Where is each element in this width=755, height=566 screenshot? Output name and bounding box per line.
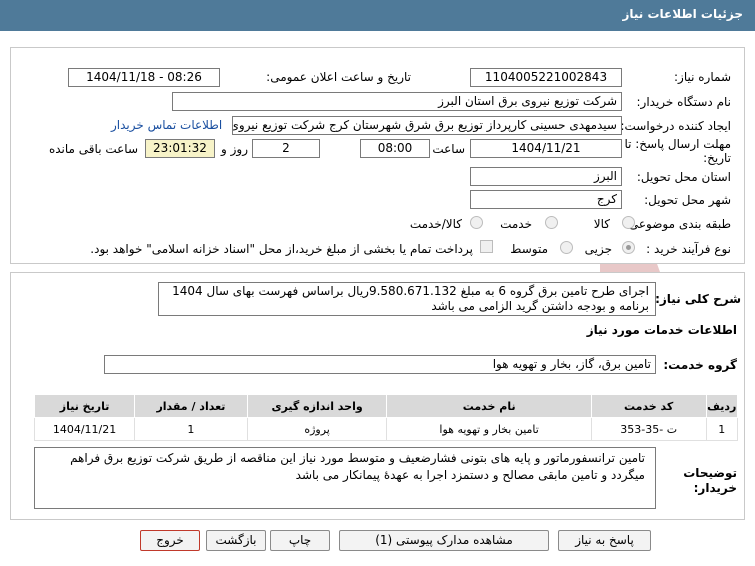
treasury-checkbox[interactable] <box>480 240 493 253</box>
cell-service-name: تامین بخار و تهویه هوا <box>386 417 592 441</box>
page-header: جزئیات اطلاعات نیاز <box>0 0 755 31</box>
cell-unit: پروژه <box>246 417 388 441</box>
table-row: 1 ت -35-353 تامین بخار و تهویه هوا پروژه… <box>33 417 738 441</box>
deadline-time-field: 08:00 <box>360 139 430 158</box>
services-title: اطلاعات خدمات مورد نیاز <box>586 323 737 337</box>
cell-quantity: 1 <box>134 417 248 441</box>
reply-button[interactable]: پاسخ به نیاز <box>558 530 651 551</box>
process-label: نوع فرآیند خرید : <box>646 242 731 256</box>
buyer-org-field: شرکت توزیع نیروی برق استان البرز <box>172 92 622 111</box>
summary-field: اجرای طرح تامین برق گروه 6 به مبلغ 9.580… <box>158 282 656 316</box>
remaining-days-field: 2 <box>252 139 320 158</box>
category-option-goods: کالا <box>593 217 610 231</box>
cell-row-number: 1 <box>705 417 738 441</box>
remaining-label: ساعت باقی مانده <box>48 142 138 156</box>
province-field: البرز <box>470 167 622 186</box>
days-label: روز و <box>221 142 248 156</box>
services-table: ردیف کد خدمت نام خدمت واحد اندازه گیری ت… <box>33 394 738 441</box>
buyer-notes-field: تامین ترانسفورماتور و پایه های بتونی فشا… <box>34 447 656 509</box>
view-documents-button[interactable]: مشاهده مدارک پیوستی (1) <box>339 530 549 551</box>
announce-field: 1404/11/18 - 08:26 <box>68 68 220 87</box>
deadline-date-field: 1404/11/21 <box>470 139 622 158</box>
category-radio-service[interactable] <box>545 216 558 229</box>
col-header-need-date: تاریخ نیاز <box>33 394 136 418</box>
col-header-service-code: کد خدمت <box>590 394 707 418</box>
category-label: طبقه بندی موضوعی: <box>624 217 731 231</box>
exit-button[interactable]: خروج <box>140 530 200 551</box>
city-label: شهر محل تحویل: <box>644 193 731 207</box>
service-group-label: گروه خدمت: <box>663 358 737 372</box>
category-radio-goods[interactable] <box>622 216 635 229</box>
announce-label: تاریخ و ساعت اعلان عمومی: <box>266 70 411 84</box>
deadline-label-date: تاریخ: <box>703 151 731 165</box>
treasury-text: پرداخت تمام یا بخشی از مبلغ خرید،از محل … <box>90 242 473 256</box>
col-header-row-number: ردیف <box>705 394 738 418</box>
need-number-label: شماره نیاز: <box>674 70 731 84</box>
process-option-minor: جزیی <box>584 242 612 256</box>
category-option-goods-service: کالا/خدمت <box>409 217 462 231</box>
col-header-unit: واحد اندازه گیری <box>246 394 388 418</box>
province-label: استان محل تحویل: <box>636 170 731 184</box>
process-radio-medium[interactable] <box>560 241 573 254</box>
need-number-field: 1104005221002843 <box>470 68 622 87</box>
remaining-time-field: 23:01:32 <box>145 139 215 158</box>
print-button[interactable]: چاپ <box>270 530 330 551</box>
col-header-quantity: تعداد / مقدار <box>134 394 248 418</box>
category-radio-goods-service[interactable] <box>470 216 483 229</box>
process-option-medium: متوسط <box>510 242 548 256</box>
buyer-notes-label: توضیحات <box>683 466 737 480</box>
buyer-contact-link[interactable]: اطلاعات تماس خریدار <box>111 118 222 132</box>
col-header-service-name: نام خدمت <box>386 394 592 418</box>
cell-service-code: ت -35-353 <box>590 417 707 441</box>
category-option-service: خدمت <box>500 217 532 231</box>
deadline-time-label: ساعت <box>432 142 465 156</box>
table-header-row: ردیف کد خدمت نام خدمت واحد اندازه گیری ت… <box>33 394 738 418</box>
buyer-notes-label-2: خریدار: <box>693 481 737 495</box>
service-group-field: تامین برق، گاز، بخار و تهویه هوا <box>104 355 656 374</box>
deadline-label: مهلت ارسال پاسخ: تا <box>624 137 731 151</box>
creator-label: ایجاد کننده درخواست: <box>620 119 731 133</box>
buyer-org-label: نام دستگاه خریدار: <box>636 95 732 109</box>
city-field: کرج <box>470 190 622 209</box>
cell-need-date: 1404/11/21 <box>33 417 136 441</box>
process-radio-minor[interactable] <box>622 241 635 254</box>
back-button[interactable]: بازگشت <box>206 530 266 551</box>
creator-field: سیدمهدی حسینی کارپرداز توزیع برق شرق شهر… <box>232 116 622 135</box>
page-title: جزئیات اطلاعات نیاز <box>622 7 743 21</box>
summary-label: شرح کلی نیاز: <box>655 292 741 306</box>
